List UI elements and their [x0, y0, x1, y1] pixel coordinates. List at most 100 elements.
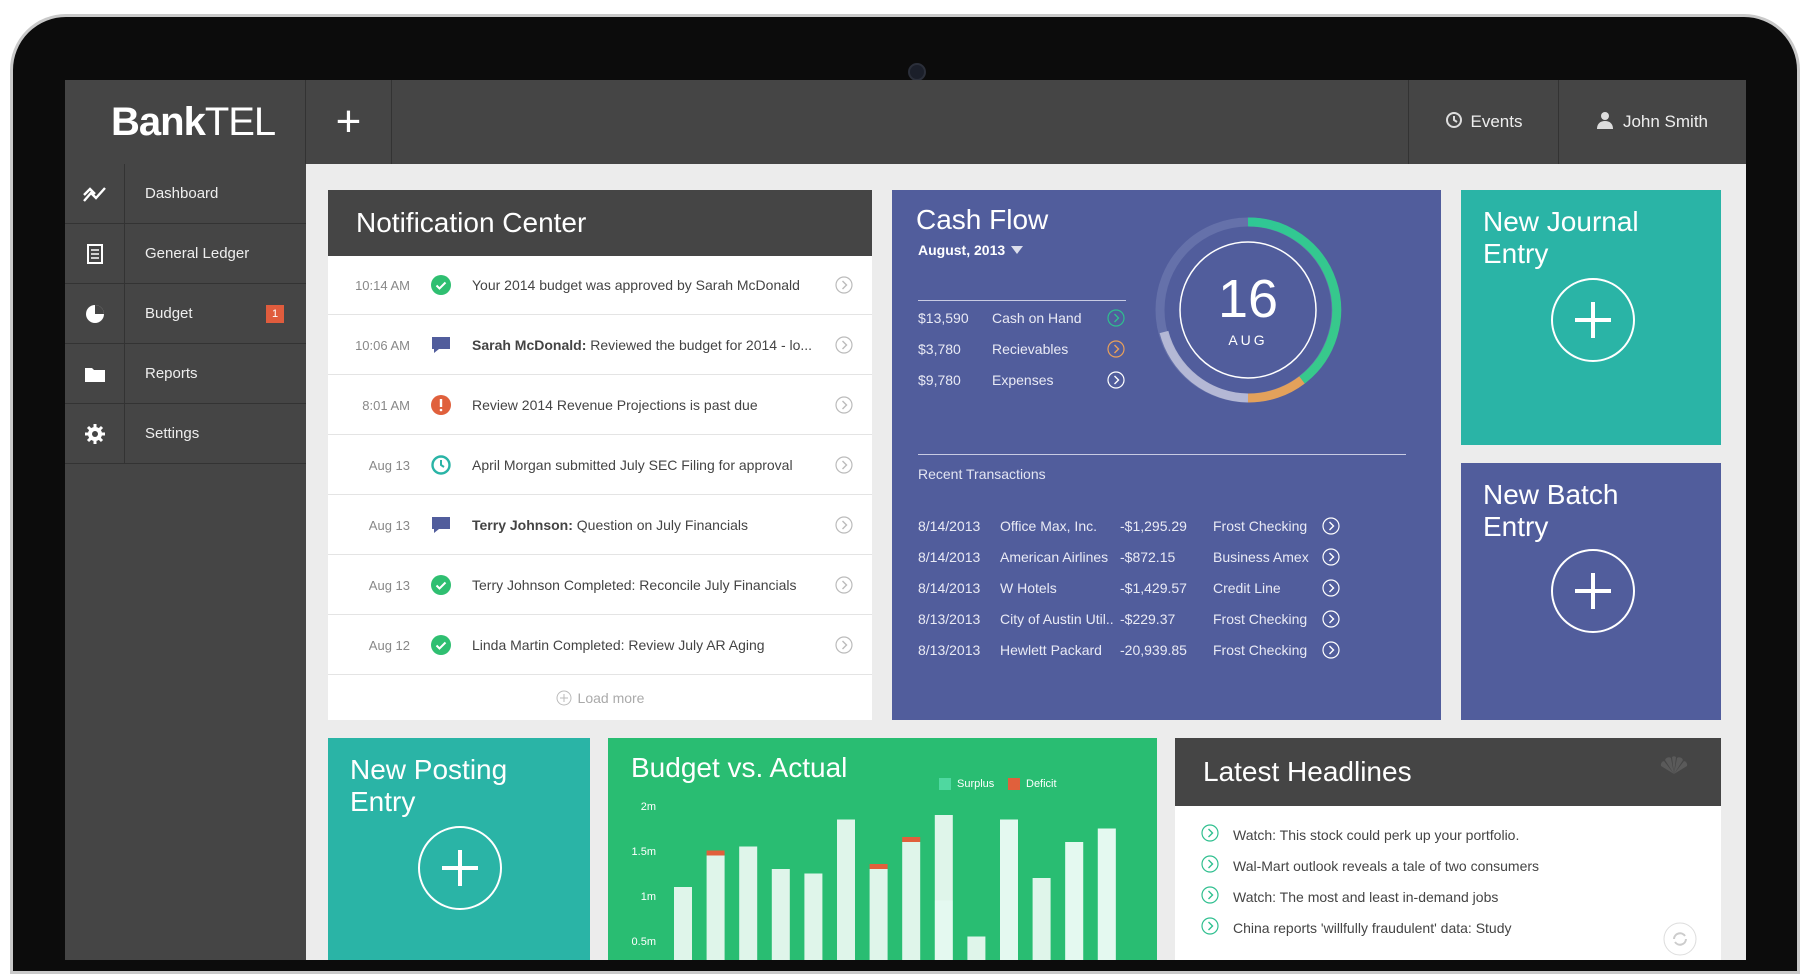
notification-message: Review 2014 Revenue Projections is past …: [472, 397, 758, 413]
deficit-bar[interactable]: [706, 850, 725, 856]
deficit-bar[interactable]: [902, 837, 921, 842]
notification-time: 8:01 AM: [362, 397, 410, 413]
transaction-row[interactable]: 8/14/2013 Office Max, Inc. -$1,295.29 Frost…: [892, 517, 1441, 540]
transaction-row[interactable]: 8/13/2013 City of Austin Util.. -$229.37 Fr…: [892, 610, 1441, 633]
deficit-bar[interactable]: [869, 864, 888, 869]
new-journal-entry-tile[interactable]: New Journal Entry: [1461, 190, 1721, 445]
bar[interactable]: [1032, 878, 1051, 960]
sidebar-item-label: General Ledger: [145, 245, 250, 262]
chevron-right-icon[interactable]: [1322, 610, 1340, 631]
headline-text: Wal-Mart outlook reveals a tale of two c…: [1233, 857, 1540, 874]
sidebar-item-settings[interactable]: Settings: [65, 403, 306, 464]
chevron-right-icon[interactable]: [1107, 340, 1125, 363]
notification-row[interactable]: 8:01 AM Review 2014 Revenue Projections i…: [328, 376, 872, 435]
headline-item[interactable]: Wal-Mart outlook reveals a tale of two c…: [1201, 855, 1539, 876]
bar[interactable]: [837, 819, 855, 961]
transaction-payee: American Airlines: [1000, 549, 1109, 565]
tile-title-line: New Posting: [350, 754, 508, 785]
add-button[interactable]: +: [306, 80, 392, 164]
bar[interactable]: [869, 869, 888, 960]
check-icon: [410, 575, 472, 595]
transaction-date: 8/13/2013: [918, 642, 981, 658]
transaction-row[interactable]: 8/14/2013 American Airlines -$872.15 Busine…: [892, 548, 1441, 571]
chevron-right-icon[interactable]: [816, 576, 872, 594]
headline-item[interactable]: Watch: This stock could perk up your por…: [1201, 824, 1519, 845]
notification-row[interactable]: Aug 13 Terry Johnson: Question on July Fi…: [328, 496, 872, 555]
check-icon: [410, 635, 472, 655]
actual-bar[interactable]: [1000, 819, 1018, 961]
transaction-row[interactable]: 8/13/2013 Hewlett Packard -20,939.85 Frost …: [892, 641, 1441, 664]
notification-row[interactable]: 10:14 AM Your 2014 budget was approved by…: [328, 256, 872, 315]
notification-text: Terry Johnson Completed: Reconcile July …: [472, 577, 816, 593]
check-icon: [410, 275, 472, 295]
cash-flow-panel: Cash Flow August, 2013 $13,590 Cash on Ha…: [892, 190, 1441, 720]
headline-text: Watch: This stock could perk up your por…: [1233, 826, 1520, 843]
actual-bar[interactable]: [1065, 842, 1084, 960]
notification-row[interactable]: Aug 13 April Morgan submitted July SEC Fi…: [328, 436, 872, 495]
bar[interactable]: [902, 842, 921, 960]
chevron-right-icon: [1201, 855, 1219, 876]
notification-row[interactable]: 10:06 AM Sarah McDonald: Reviewed the bud…: [328, 316, 872, 375]
period-selector[interactable]: August, 2013: [918, 242, 1024, 258]
transaction-date: 8/14/2013: [918, 518, 981, 534]
chevron-right-icon[interactable]: [816, 516, 872, 534]
add-journal-button[interactable]: [1551, 278, 1635, 362]
actual-bar[interactable]: [1097, 828, 1116, 961]
new-batch-entry-tile[interactable]: New Batch Entry: [1461, 463, 1721, 720]
new-posting-entry-tile[interactable]: New Posting Entry: [328, 738, 590, 960]
gauge-month: AUG: [1228, 332, 1268, 348]
refresh-icon[interactable]: [1663, 922, 1697, 956]
chevron-right-icon[interactable]: [816, 636, 872, 654]
chevron-right-icon[interactable]: [1107, 309, 1125, 332]
chevron-right-icon[interactable]: [1322, 517, 1340, 538]
peacock-logo-icon: [1660, 756, 1688, 774]
chevron-right-icon[interactable]: [1322, 641, 1340, 662]
actual-bar[interactable]: [934, 815, 953, 960]
notification-text: Linda Martin Completed: Review July AR A…: [472, 637, 816, 653]
headline-item[interactable]: China reports 'willfully fraudulent' dat…: [1201, 917, 1512, 938]
sidebar-item-label: Settings: [145, 425, 200, 442]
folder-icon: [65, 343, 125, 404]
brand-logo[interactable]: Bank TEL: [65, 80, 306, 164]
load-more-button[interactable]: Load more: [328, 676, 872, 720]
headline-text: China reports 'willfully fraudulent' dat…: [1233, 919, 1512, 936]
bar[interactable]: [771, 869, 790, 960]
headline-item[interactable]: Watch: The most and least in-demand jobs: [1201, 886, 1498, 907]
chevron-right-icon[interactable]: [1322, 548, 1340, 569]
chevron-right-icon[interactable]: [816, 276, 872, 294]
load-more-label: Load more: [577, 690, 645, 706]
transaction-account: Business Amex: [1213, 549, 1309, 565]
tile-title-line: New Journal: [1483, 206, 1639, 237]
bar[interactable]: [674, 887, 692, 960]
tile-title-line: Entry: [1483, 238, 1549, 269]
bar[interactable]: [739, 846, 758, 961]
transaction-payee: Office Max, Inc.: [1000, 518, 1097, 534]
user-menu[interactable]: John Smith: [1558, 80, 1746, 164]
transaction-amount: -$872.15: [1120, 549, 1176, 565]
bar[interactable]: [804, 873, 823, 961]
sidebar-item-dashboard[interactable]: Dashboard: [65, 163, 306, 224]
chevron-right-icon[interactable]: [1107, 371, 1125, 394]
notification-row[interactable]: Aug 13 Terry Johnson Completed: Reconcile…: [328, 556, 872, 615]
events-button[interactable]: Events: [1408, 80, 1558, 164]
chevron-right-icon[interactable]: [816, 396, 872, 414]
tile-title-line: Entry: [1483, 511, 1549, 542]
chevron-right-icon: [1201, 886, 1219, 907]
bar[interactable]: [706, 855, 725, 961]
headlines-title: Latest Headlines: [1175, 738, 1721, 806]
chevron-right-icon[interactable]: [1322, 579, 1340, 600]
divider: [918, 454, 1406, 455]
sidebar-item-reports[interactable]: Reports: [65, 343, 306, 404]
bar[interactable]: [967, 936, 986, 961]
sidebar-item-general-ledger[interactable]: General Ledger: [65, 223, 306, 284]
plus-icon: [442, 850, 478, 886]
plus-icon: [1575, 302, 1611, 338]
add-posting-button[interactable]: [418, 826, 502, 910]
chevron-right-icon[interactable]: [816, 456, 872, 474]
clock-icon: [1445, 111, 1463, 134]
add-batch-button[interactable]: [1551, 549, 1635, 633]
chevron-right-icon[interactable]: [816, 336, 872, 354]
transaction-row[interactable]: 8/14/2013 W Hotels -$1,429.57 Credit Line: [892, 579, 1441, 602]
notification-row[interactable]: Aug 12 Linda Martin Completed: Review Jul…: [328, 616, 872, 675]
sidebar-item-budget[interactable]: Budget 1: [65, 283, 306, 344]
